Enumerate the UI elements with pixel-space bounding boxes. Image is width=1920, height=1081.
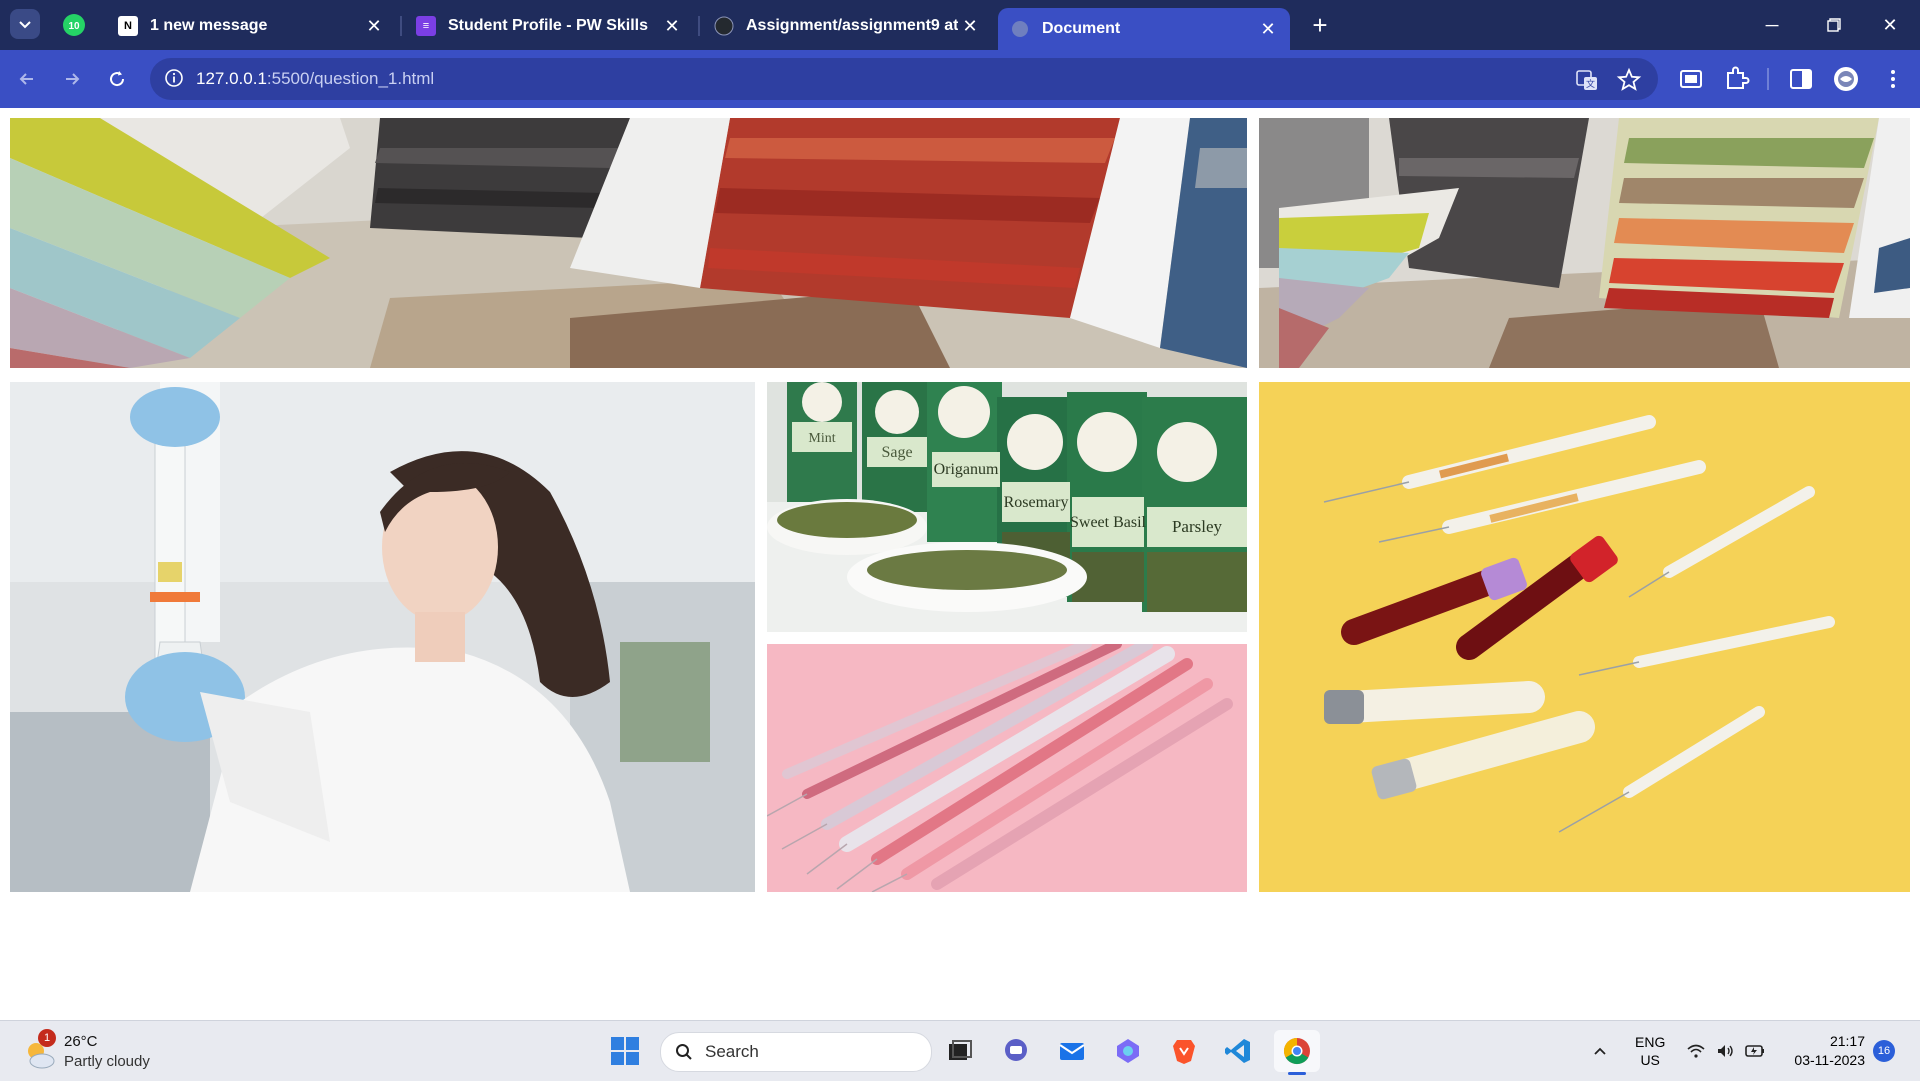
task-view-icon	[949, 1040, 972, 1060]
jar-label-parsley: Parsley	[1172, 517, 1223, 536]
vscode-button[interactable]	[1220, 1033, 1256, 1069]
page-content: Mint Sage Origanum Rosemary Sweet Basil …	[0, 108, 1920, 1020]
jar-label-sage: Sage	[881, 444, 912, 461]
vscode-icon	[1225, 1039, 1250, 1063]
wifi-icon[interactable]	[1686, 1041, 1706, 1061]
forward-button[interactable]	[55, 62, 89, 96]
github-icon	[714, 16, 734, 36]
arrow-left-icon	[19, 73, 33, 85]
svg-text:10: 10	[68, 21, 80, 32]
close-icon[interactable]: ✕	[958, 16, 982, 37]
language-indicator[interactable]: ENG US	[1635, 1033, 1665, 1069]
info-icon[interactable]	[164, 68, 184, 88]
brave-button[interactable]	[1166, 1033, 1202, 1069]
weather-alert-badge: 1	[38, 1029, 56, 1047]
clock-time: 21:17	[1829, 1033, 1865, 1049]
clock[interactable]: 21:17 03-11-2023	[1785, 1032, 1865, 1070]
close-icon[interactable]: ✕	[1256, 19, 1280, 40]
close-icon[interactable]: ✕	[660, 16, 684, 37]
whatsapp-icon: 10	[63, 14, 85, 36]
copilot-icon	[1117, 1039, 1139, 1063]
taskbar: 1 26°C Partly cloudy Search ENG US 21:17…	[0, 1020, 1920, 1081]
clock-date: 03-11-2023	[1794, 1052, 1865, 1068]
chevron-up-icon[interactable]	[1592, 1043, 1608, 1059]
extensions-icon[interactable]	[1721, 64, 1751, 94]
tab-document[interactable]: Document ✕	[998, 8, 1290, 50]
translate-icon[interactable]: 文	[1574, 67, 1600, 93]
teams-chat-button[interactable]	[998, 1033, 1034, 1069]
tab-assignment[interactable]: Assignment/assignment9 at m ✕	[702, 8, 992, 44]
mail-button[interactable]	[1054, 1033, 1090, 1069]
more-menu-icon[interactable]	[1878, 64, 1908, 94]
jar-label-origanum: Origanum	[934, 461, 999, 478]
arrow-right-icon	[66, 73, 80, 85]
search-placeholder: Search	[705, 1042, 759, 1061]
jar-label-mint: Mint	[808, 431, 835, 446]
new-tab-button[interactable]: +	[1303, 8, 1337, 42]
copilot-button[interactable]	[1110, 1033, 1146, 1069]
restore-button[interactable]	[1814, 10, 1854, 40]
globe-icon	[1010, 19, 1030, 39]
pink-syringes-image	[767, 644, 1247, 892]
chat-icon	[1005, 1039, 1027, 1061]
task-view-button[interactable]	[942, 1033, 978, 1069]
minimize-button[interactable]: ─	[1752, 10, 1792, 40]
notion-icon: N	[118, 16, 138, 36]
search-icon	[676, 1044, 692, 1060]
weather-condition: Partly cloudy	[64, 1053, 150, 1070]
tab-notion[interactable]: N 1 new message ✕	[106, 8, 396, 44]
brave-icon	[1173, 1040, 1195, 1064]
volume-icon[interactable]	[1715, 1041, 1735, 1061]
spice-jars-image: Mint Sage Origanum Rosemary Sweet Basil …	[767, 382, 1247, 632]
tab-student-profile[interactable]: ≡ Student Profile - PW Skills ✕	[404, 8, 694, 44]
chrome-icon	[1283, 1037, 1310, 1065]
side-panel-icon[interactable]	[1786, 64, 1816, 94]
close-icon[interactable]: ✕	[362, 16, 386, 37]
tab-search-button[interactable]	[10, 9, 40, 39]
browser-toolbar: 127.0.0.1:5500/question_1.html 文	[0, 50, 1920, 108]
tab-strip: 10 N 1 new message ✕ ≡ Student Profile -…	[0, 0, 1920, 50]
pwskills-icon: ≡	[416, 16, 436, 36]
star-icon[interactable]	[1616, 67, 1642, 93]
jar-label-rosemary: Rosemary	[1004, 494, 1069, 511]
taskbar-search[interactable]: Search	[660, 1032, 932, 1072]
back-button[interactable]	[10, 62, 44, 96]
pinned-tab-whatsapp[interactable]: 10	[58, 9, 90, 41]
syringes-blood-tubes-image	[1259, 382, 1910, 892]
windows-start-icon[interactable]	[610, 1036, 640, 1066]
lab-scientist-image	[10, 382, 755, 892]
reload-button[interactable]	[100, 62, 134, 96]
mail-icon	[1059, 1043, 1085, 1060]
weather-temperature: 26°C	[64, 1033, 98, 1050]
battery-icon[interactable]	[1744, 1041, 1766, 1061]
chrome-button[interactable]	[1274, 1030, 1320, 1075]
jar-label-sweet-basil: Sweet Basil	[1070, 514, 1147, 531]
reload-icon	[110, 71, 125, 87]
close-window-button[interactable]: ✕	[1870, 10, 1910, 40]
chevron-down-icon	[19, 21, 31, 29]
url-text: 127.0.0.1:5500/question_1.html	[196, 69, 435, 88]
picture-in-picture-icon[interactable]	[1676, 64, 1706, 94]
svg-text:文: 文	[1586, 78, 1595, 89]
profile-avatar-icon[interactable]	[1831, 64, 1861, 94]
weather-widget[interactable]: 1 26°C Partly cloudy	[18, 1029, 218, 1075]
fabric-swatches-small-image	[1259, 118, 1910, 368]
address-bar[interactable]: 127.0.0.1:5500/question_1.html 文	[150, 58, 1658, 100]
restore-icon	[1827, 18, 1841, 32]
fabric-swatches-wide-image	[10, 118, 1247, 368]
notification-badge[interactable]: 16	[1873, 1040, 1895, 1062]
